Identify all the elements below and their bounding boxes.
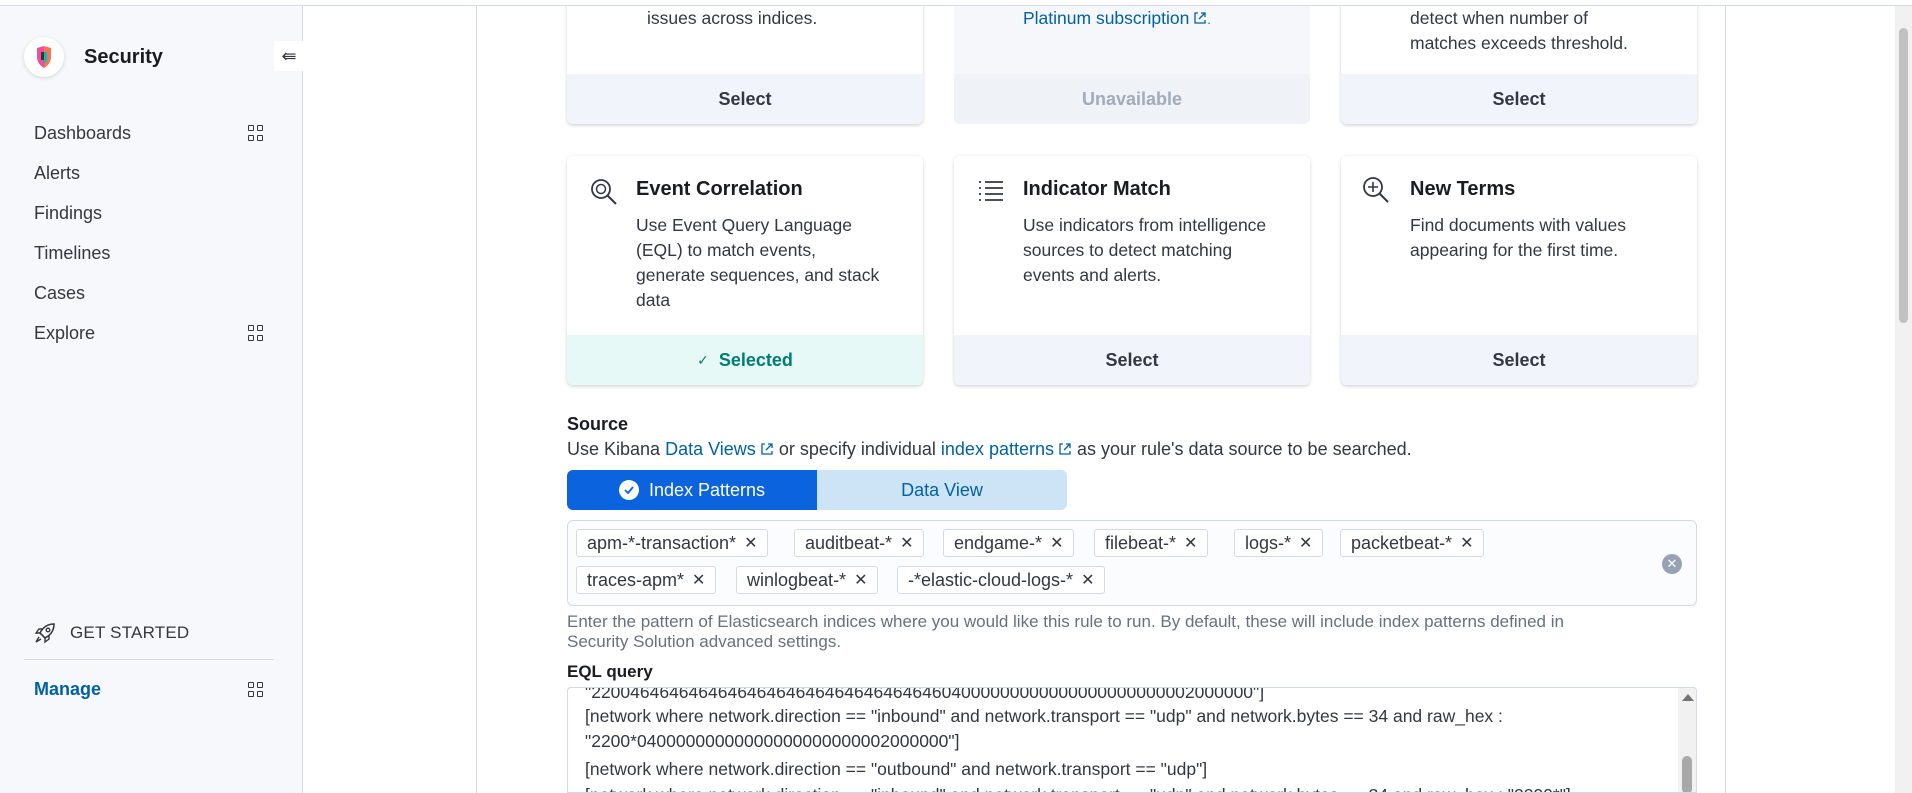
remove-pill-icon[interactable]: ✕: [1460, 533, 1473, 553]
eql-query-editor[interactable]: "220046464646464646464646464646464646040…: [567, 687, 1697, 793]
sidebar-item-alerts[interactable]: Alerts: [34, 153, 264, 193]
collapse-sidebar-icon[interactable]: ⇚: [274, 41, 304, 71]
external-link-icon: [1194, 12, 1206, 24]
eql-query-line: [network where network.direction == "inb…: [585, 785, 1571, 792]
sidebar-item-cases[interactable]: Cases: [34, 273, 264, 313]
source-title: Source: [567, 414, 629, 434]
eql-query-line: [network where network.direction == "inb…: [585, 706, 1503, 726]
sidebar-item-dashboards[interactable]: Dashboards: [34, 113, 264, 153]
remove-pill-icon[interactable]: ✕: [692, 570, 705, 590]
rule-type-card-top-middle: Platinum subscription. Unavailable: [954, 0, 1310, 124]
rule-type-card-new-terms[interactable]: New Terms Find documents with values app…: [1341, 156, 1697, 385]
eql-query-label: EQL query: [567, 662, 653, 681]
sidebar-item-manage[interactable]: Manage: [34, 679, 264, 700]
sidebar-item-explore[interactable]: Explore: [34, 313, 264, 353]
remove-pill-icon[interactable]: ✕: [1081, 570, 1094, 590]
get-started-link[interactable]: GET STARTED: [34, 622, 189, 644]
index-patterns-help-text: Enter the pattern of Elasticsearch indic…: [567, 612, 1564, 651]
eql-scrollbar[interactable]: [1678, 688, 1696, 792]
card-description: issues across indices.: [647, 8, 818, 28]
card-title: Event Correlation: [636, 178, 803, 200]
eql-query-line: "2200*04000000000000000000000002000000"]: [585, 731, 960, 751]
select-button[interactable]: Select: [954, 335, 1310, 385]
index-pattern-pill: winlogbeat-* ✕: [736, 566, 879, 594]
card-description: Use Event Query Language (EQL) to match …: [636, 215, 880, 310]
sidebar-item-findings[interactable]: Findings: [34, 193, 264, 233]
check-circle-icon: [618, 480, 639, 500]
sidebar-nav: Dashboards Alerts Findings Timelines Cas…: [34, 113, 264, 353]
index-pattern-pill: endgame-* ✕: [943, 529, 1075, 557]
external-link-icon: [761, 443, 773, 455]
index-patterns-link[interactable]: index patterns: [941, 439, 1054, 459]
sidebar: Security ⇚ Dashboards Alerts Findings Ti…: [0, 0, 304, 793]
page-scrollbar[interactable]: [1895, 0, 1912, 793]
remove-pill-icon[interactable]: ✕: [1299, 533, 1312, 553]
index-pattern-pill: auditbeat-* ✕: [794, 529, 925, 557]
eql-magnifier-icon: [591, 179, 617, 205]
card-title: New Terms: [1410, 178, 1516, 200]
page-scrollbar-thumb[interactable]: [1899, 28, 1908, 323]
data-views-link[interactable]: Data Views: [665, 439, 756, 459]
index-patterns-combobox[interactable]: apm-*-transaction* ✕ auditbeat-* ✕ endgame…: [567, 520, 1697, 606]
security-logo-icon: [24, 37, 64, 77]
scroll-up-icon[interactable]: [1682, 694, 1694, 701]
remove-pill-icon[interactable]: ✕: [744, 533, 757, 553]
card-description: Find documents with values appearing for…: [1410, 215, 1626, 260]
rocket-icon: [34, 623, 55, 644]
list-icon: [979, 181, 1003, 201]
index-pattern-pill: apm-*-transaction* ✕: [576, 529, 769, 557]
card-title: Indicator Match: [1023, 178, 1171, 200]
index-pattern-pill: traces-apm* ✕: [576, 566, 717, 594]
sidebar-item-timelines[interactable]: Timelines: [34, 233, 264, 273]
data-view-button[interactable]: Data View: [817, 470, 1067, 510]
brand[interactable]: Security: [24, 37, 163, 77]
top-bar: [0, 0, 1912, 6]
external-link-icon: [1059, 443, 1071, 455]
app-grid-icon[interactable]: [248, 325, 264, 341]
select-button[interactable]: Select: [1341, 74, 1697, 124]
rule-type-card-event-correlation[interactable]: Event Correlation Use Event Query Langua…: [567, 156, 923, 385]
scrollbar-thumb[interactable]: [1682, 756, 1692, 792]
rule-type-card-top-left[interactable]: issues across indices. Select: [567, 0, 923, 124]
index-pattern-pill: -*elastic-cloud-logs-* ✕: [897, 566, 1106, 594]
app-grid-icon[interactable]: [248, 681, 264, 698]
clear-all-icon[interactable]: ✕: [1662, 554, 1682, 574]
index-pattern-pill: logs-* ✕: [1234, 529, 1324, 557]
check-icon: ✓: [697, 351, 709, 368]
remove-pill-icon[interactable]: ✕: [1050, 533, 1063, 553]
magnify-plus-icon: [1363, 177, 1389, 203]
rule-type-card-indicator-match[interactable]: Indicator Match Use indicators from inte…: [954, 156, 1310, 385]
index-pattern-pill: packetbeat-* ✕: [1340, 529, 1485, 557]
remove-pill-icon[interactable]: ✕: [900, 533, 913, 553]
remove-pill-icon[interactable]: ✕: [854, 570, 867, 590]
platinum-subscription-link[interactable]: Platinum subscription: [1023, 8, 1189, 28]
eql-query-line: "220046464646464646464646464646464646040…: [585, 687, 1265, 702]
index-pattern-pill: filebeat-* ✕: [1094, 529, 1209, 557]
index-patterns-button[interactable]: Index Patterns: [567, 470, 817, 510]
source-description: Use Kibana Data Views or specify individ…: [567, 439, 1412, 459]
unavailable-button: Unavailable: [954, 74, 1310, 124]
app-title: Security: [84, 45, 163, 68]
selected-button[interactable]: ✓ Selected: [567, 335, 923, 385]
remove-pill-icon[interactable]: ✕: [1184, 533, 1197, 553]
eql-query-line: [network where network.direction == "out…: [585, 759, 1208, 779]
select-button[interactable]: Select: [567, 74, 923, 124]
source-type-toggle: Index Patterns Data View: [567, 470, 1067, 510]
select-button[interactable]: Select: [1341, 335, 1697, 385]
rule-type-card-top-right[interactable]: detect when number of matches exceeds th…: [1341, 0, 1697, 124]
app-grid-icon[interactable]: [248, 125, 264, 141]
sidebar-divider: [24, 659, 274, 660]
card-description: Use indicators from intelligence sources…: [1023, 215, 1267, 285]
